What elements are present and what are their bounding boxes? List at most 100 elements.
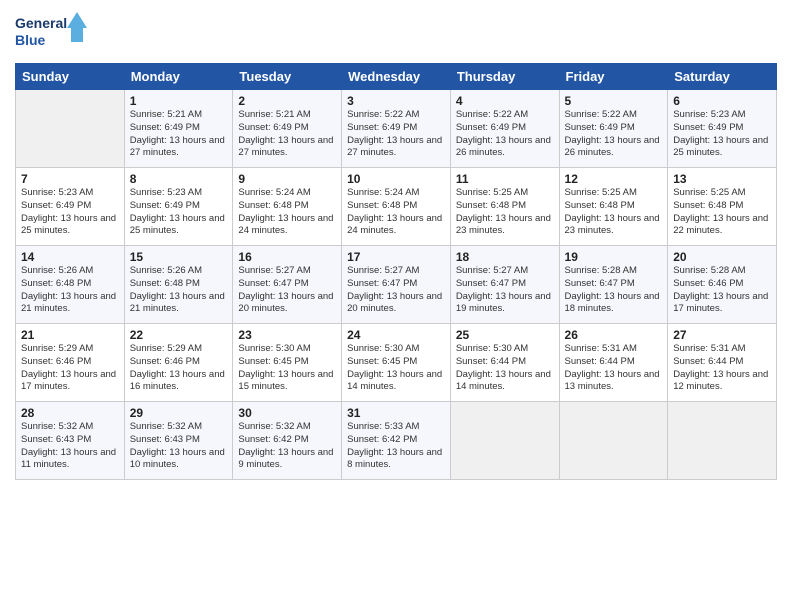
day-number: 15 bbox=[130, 250, 228, 264]
week-row-2: 7 Sunrise: 5:23 AMSunset: 6:49 PMDayligh… bbox=[16, 168, 777, 246]
day-info: Sunrise: 5:24 AMSunset: 6:48 PMDaylight:… bbox=[238, 187, 336, 238]
day-number: 16 bbox=[238, 250, 336, 264]
day-cell: 18 Sunrise: 5:27 AMSunset: 6:47 PMDaylig… bbox=[450, 246, 559, 324]
weekday-header-tuesday: Tuesday bbox=[233, 64, 342, 90]
day-number: 18 bbox=[456, 250, 554, 264]
day-number: 28 bbox=[21, 406, 119, 420]
day-info: Sunrise: 5:22 AMSunset: 6:49 PMDaylight:… bbox=[347, 109, 445, 160]
day-cell: 6 Sunrise: 5:23 AMSunset: 6:49 PMDayligh… bbox=[668, 90, 777, 168]
day-number: 14 bbox=[21, 250, 119, 264]
day-cell: 5 Sunrise: 5:22 AMSunset: 6:49 PMDayligh… bbox=[559, 90, 668, 168]
day-cell: 20 Sunrise: 5:28 AMSunset: 6:46 PMDaylig… bbox=[668, 246, 777, 324]
weekday-header-saturday: Saturday bbox=[668, 64, 777, 90]
day-info: Sunrise: 5:28 AMSunset: 6:46 PMDaylight:… bbox=[673, 265, 771, 316]
day-number: 27 bbox=[673, 328, 771, 342]
day-cell: 3 Sunrise: 5:22 AMSunset: 6:49 PMDayligh… bbox=[342, 90, 451, 168]
day-number: 12 bbox=[565, 172, 663, 186]
logo: General Blue bbox=[15, 10, 95, 55]
day-number: 4 bbox=[456, 94, 554, 108]
week-row-3: 14 Sunrise: 5:26 AMSunset: 6:48 PMDaylig… bbox=[16, 246, 777, 324]
day-info: Sunrise: 5:21 AMSunset: 6:49 PMDaylight:… bbox=[238, 109, 336, 160]
day-info: Sunrise: 5:23 AMSunset: 6:49 PMDaylight:… bbox=[673, 109, 771, 160]
day-number: 7 bbox=[21, 172, 119, 186]
day-info: Sunrise: 5:22 AMSunset: 6:49 PMDaylight:… bbox=[456, 109, 554, 160]
day-number: 9 bbox=[238, 172, 336, 186]
day-info: Sunrise: 5:32 AMSunset: 6:43 PMDaylight:… bbox=[21, 421, 119, 472]
day-info: Sunrise: 5:24 AMSunset: 6:48 PMDaylight:… bbox=[347, 187, 445, 238]
week-row-1: 1 Sunrise: 5:21 AMSunset: 6:49 PMDayligh… bbox=[16, 90, 777, 168]
day-number: 10 bbox=[347, 172, 445, 186]
day-info: Sunrise: 5:32 AMSunset: 6:42 PMDaylight:… bbox=[238, 421, 336, 472]
day-info: Sunrise: 5:25 AMSunset: 6:48 PMDaylight:… bbox=[456, 187, 554, 238]
day-cell: 8 Sunrise: 5:23 AMSunset: 6:49 PMDayligh… bbox=[124, 168, 233, 246]
day-info: Sunrise: 5:26 AMSunset: 6:48 PMDaylight:… bbox=[21, 265, 119, 316]
weekday-header-sunday: Sunday bbox=[16, 64, 125, 90]
day-number: 11 bbox=[456, 172, 554, 186]
day-cell bbox=[668, 402, 777, 480]
week-row-5: 28 Sunrise: 5:32 AMSunset: 6:43 PMDaylig… bbox=[16, 402, 777, 480]
day-cell: 7 Sunrise: 5:23 AMSunset: 6:49 PMDayligh… bbox=[16, 168, 125, 246]
weekday-header-thursday: Thursday bbox=[450, 64, 559, 90]
weekday-header-monday: Monday bbox=[124, 64, 233, 90]
day-cell: 13 Sunrise: 5:25 AMSunset: 6:48 PMDaylig… bbox=[668, 168, 777, 246]
day-cell bbox=[559, 402, 668, 480]
day-cell: 2 Sunrise: 5:21 AMSunset: 6:49 PMDayligh… bbox=[233, 90, 342, 168]
day-cell bbox=[16, 90, 125, 168]
svg-text:Blue: Blue bbox=[15, 32, 46, 48]
day-cell: 24 Sunrise: 5:30 AMSunset: 6:45 PMDaylig… bbox=[342, 324, 451, 402]
day-number: 22 bbox=[130, 328, 228, 342]
day-cell: 17 Sunrise: 5:27 AMSunset: 6:47 PMDaylig… bbox=[342, 246, 451, 324]
day-number: 17 bbox=[347, 250, 445, 264]
day-number: 8 bbox=[130, 172, 228, 186]
day-cell: 28 Sunrise: 5:32 AMSunset: 6:43 PMDaylig… bbox=[16, 402, 125, 480]
calendar-table: SundayMondayTuesdayWednesdayThursdayFrid… bbox=[15, 63, 777, 480]
day-cell: 22 Sunrise: 5:29 AMSunset: 6:46 PMDaylig… bbox=[124, 324, 233, 402]
day-info: Sunrise: 5:29 AMSunset: 6:46 PMDaylight:… bbox=[130, 343, 228, 394]
day-cell: 23 Sunrise: 5:30 AMSunset: 6:45 PMDaylig… bbox=[233, 324, 342, 402]
day-cell: 31 Sunrise: 5:33 AMSunset: 6:42 PMDaylig… bbox=[342, 402, 451, 480]
weekday-header-row: SundayMondayTuesdayWednesdayThursdayFrid… bbox=[16, 64, 777, 90]
day-number: 26 bbox=[565, 328, 663, 342]
day-info: Sunrise: 5:23 AMSunset: 6:49 PMDaylight:… bbox=[130, 187, 228, 238]
day-cell: 26 Sunrise: 5:31 AMSunset: 6:44 PMDaylig… bbox=[559, 324, 668, 402]
day-cell: 10 Sunrise: 5:24 AMSunset: 6:48 PMDaylig… bbox=[342, 168, 451, 246]
day-info: Sunrise: 5:27 AMSunset: 6:47 PMDaylight:… bbox=[456, 265, 554, 316]
day-info: Sunrise: 5:33 AMSunset: 6:42 PMDaylight:… bbox=[347, 421, 445, 472]
day-cell: 19 Sunrise: 5:28 AMSunset: 6:47 PMDaylig… bbox=[559, 246, 668, 324]
day-number: 23 bbox=[238, 328, 336, 342]
day-info: Sunrise: 5:28 AMSunset: 6:47 PMDaylight:… bbox=[565, 265, 663, 316]
day-info: Sunrise: 5:26 AMSunset: 6:48 PMDaylight:… bbox=[130, 265, 228, 316]
day-number: 31 bbox=[347, 406, 445, 420]
day-number: 20 bbox=[673, 250, 771, 264]
day-info: Sunrise: 5:30 AMSunset: 6:45 PMDaylight:… bbox=[238, 343, 336, 394]
day-info: Sunrise: 5:27 AMSunset: 6:47 PMDaylight:… bbox=[238, 265, 336, 316]
day-info: Sunrise: 5:27 AMSunset: 6:47 PMDaylight:… bbox=[347, 265, 445, 316]
weekday-header-friday: Friday bbox=[559, 64, 668, 90]
day-info: Sunrise: 5:25 AMSunset: 6:48 PMDaylight:… bbox=[565, 187, 663, 238]
day-number: 24 bbox=[347, 328, 445, 342]
day-cell bbox=[450, 402, 559, 480]
weekday-header-wednesday: Wednesday bbox=[342, 64, 451, 90]
day-cell: 11 Sunrise: 5:25 AMSunset: 6:48 PMDaylig… bbox=[450, 168, 559, 246]
day-number: 25 bbox=[456, 328, 554, 342]
day-info: Sunrise: 5:21 AMSunset: 6:49 PMDaylight:… bbox=[130, 109, 228, 160]
week-row-4: 21 Sunrise: 5:29 AMSunset: 6:46 PMDaylig… bbox=[16, 324, 777, 402]
day-number: 21 bbox=[21, 328, 119, 342]
day-cell: 21 Sunrise: 5:29 AMSunset: 6:46 PMDaylig… bbox=[16, 324, 125, 402]
day-info: Sunrise: 5:29 AMSunset: 6:46 PMDaylight:… bbox=[21, 343, 119, 394]
day-number: 5 bbox=[565, 94, 663, 108]
day-cell: 29 Sunrise: 5:32 AMSunset: 6:43 PMDaylig… bbox=[124, 402, 233, 480]
day-info: Sunrise: 5:25 AMSunset: 6:48 PMDaylight:… bbox=[673, 187, 771, 238]
day-cell: 30 Sunrise: 5:32 AMSunset: 6:42 PMDaylig… bbox=[233, 402, 342, 480]
svg-text:General: General bbox=[15, 15, 67, 31]
day-number: 2 bbox=[238, 94, 336, 108]
logo-svg: General Blue bbox=[15, 10, 95, 55]
day-number: 3 bbox=[347, 94, 445, 108]
day-cell: 16 Sunrise: 5:27 AMSunset: 6:47 PMDaylig… bbox=[233, 246, 342, 324]
day-cell: 4 Sunrise: 5:22 AMSunset: 6:49 PMDayligh… bbox=[450, 90, 559, 168]
day-cell: 27 Sunrise: 5:31 AMSunset: 6:44 PMDaylig… bbox=[668, 324, 777, 402]
day-number: 13 bbox=[673, 172, 771, 186]
day-number: 6 bbox=[673, 94, 771, 108]
day-info: Sunrise: 5:23 AMSunset: 6:49 PMDaylight:… bbox=[21, 187, 119, 238]
day-info: Sunrise: 5:31 AMSunset: 6:44 PMDaylight:… bbox=[673, 343, 771, 394]
